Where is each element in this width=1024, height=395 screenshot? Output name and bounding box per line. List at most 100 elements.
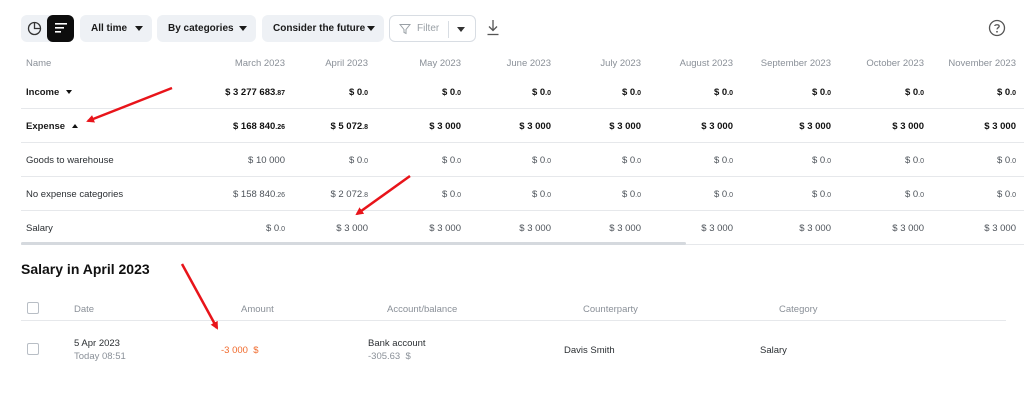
cell-cents: .0 (825, 192, 831, 199)
account-balance: -305.63 $ (368, 351, 411, 362)
detail-title: Salary in April 2023 (21, 261, 150, 277)
cell-cents: .8 (362, 192, 368, 199)
table-cell: $ 0.0 (643, 87, 733, 98)
table-row[interactable]: Salary $ 0.0 $ 3 000 $ 3 000 $ 3 000 $ 3 000 $… (21, 211, 1024, 245)
table-cell: $ 3 000 (278, 223, 368, 234)
help-icon[interactable] (988, 19, 1006, 37)
download-icon[interactable] (486, 19, 502, 37)
row-checkbox[interactable] (27, 343, 39, 355)
table-cell: $ 0.0 (371, 155, 461, 166)
cell-amount: $ 3 277 683 (225, 87, 276, 98)
cell-amount: $ 3 000 (892, 121, 924, 132)
table-cell: $ 3 000 (371, 223, 461, 234)
row-name: Salary (26, 223, 53, 234)
horizontal-scrollbar[interactable] (21, 242, 686, 245)
row-name-label: Income (26, 87, 60, 98)
transactions-header: Date Amount Account/balance Counterparty… (21, 297, 1006, 321)
transaction-row[interactable]: 5 Apr 2023 Today 08:51 -3 000 $ Bank acc… (21, 330, 1006, 370)
cell-amount: $ 0 (904, 87, 919, 98)
group-by-label: By categories (168, 23, 234, 34)
table-cell: $ 10 000 (195, 155, 285, 166)
cell-cents: .0 (918, 90, 924, 97)
toolbar: All time By categories Consider the futu… (21, 15, 1011, 42)
cell-cents: .0 (1010, 158, 1016, 165)
cell-amount: $ 3 000 (429, 223, 461, 234)
table-cell: $ 0.0 (461, 155, 551, 166)
cell-cents: .0 (1010, 90, 1016, 97)
table-cell: $ 0.0 (643, 155, 733, 166)
cell-amount: $ 3 000 (429, 121, 461, 132)
cell-amount: $ 0 (713, 189, 728, 200)
cell-amount: $ 0 (996, 155, 1011, 166)
filter-button[interactable]: Filter (389, 15, 476, 42)
cell-amount: $ 3 000 (336, 223, 368, 234)
cell-cents: .0 (727, 192, 733, 199)
name-column-header: Name (26, 58, 52, 69)
row-name-label: Salary (26, 223, 53, 234)
amount-column-header: Amount (241, 304, 274, 315)
cell-cents: .0 (825, 90, 831, 97)
table-cell: $ 3 000 (551, 223, 641, 234)
table-row[interactable]: No expense categories $ 158 840.26 $ 2 072… (21, 177, 1024, 211)
row-name-label: Expense (26, 121, 66, 132)
row-name: Income (26, 87, 73, 98)
date-column-header: Date (74, 304, 95, 315)
table-cell: $ 0.0 (551, 87, 641, 98)
table-cell: $ 3 000 (643, 223, 733, 234)
expand-icon[interactable] (66, 90, 73, 95)
chevron-down-icon (367, 26, 375, 31)
cell-amount: $ 0 (531, 155, 546, 166)
table-cell: $ 0.0 (741, 189, 831, 200)
cell-cents: .0 (362, 90, 368, 97)
cell-amount: $ 3 000 (799, 121, 831, 132)
cell-amount: $ 0 (713, 87, 728, 98)
collapse-icon[interactable] (72, 124, 79, 129)
period-label: All time (91, 23, 128, 34)
transaction-time: Today 08:51 (74, 351, 126, 362)
table-header: Name March 2023 April 2023 May 2023 June 20… (21, 52, 1024, 75)
month-column-header: August 2023 (679, 58, 733, 69)
select-all-checkbox[interactable] (27, 302, 39, 314)
table-body: Income $ 3 277 683.87 $ 0.0 $ 0.0 $ 0.0 $ 0.0… (21, 75, 1024, 245)
table-row[interactable]: Income $ 3 277 683.87 $ 0.0 $ 0.0 $ 0.0 $ 0.0… (21, 75, 1024, 109)
cell-amount: $ 3 000 (984, 223, 1016, 234)
cell-amount: $ 0 (348, 155, 363, 166)
transaction-amount: -3 000 $ (221, 345, 259, 356)
account-column-header: Account/balance (387, 304, 458, 315)
cell-amount: $ 0 (531, 189, 546, 200)
table-cell: $ 3 000 (741, 121, 831, 132)
account-name: Bank account (368, 338, 426, 349)
table-cell: $ 3 000 (643, 121, 733, 132)
cell-amount: $ 0 (621, 87, 636, 98)
group-by-dropdown[interactable]: By categories (157, 15, 256, 42)
cell-amount: $ 0 (531, 87, 546, 98)
transaction-date: 5 Apr 2023 (74, 338, 120, 349)
cell-cents: .0 (635, 158, 641, 165)
category-column-header: Category (779, 304, 818, 315)
cell-amount: $ 0 (441, 87, 456, 98)
pie-chart-icon[interactable] (25, 19, 44, 38)
row-name-label: Goods to warehouse (26, 155, 114, 166)
cell-amount: $ 0 (811, 189, 826, 200)
list-icon[interactable] (47, 15, 74, 42)
table-cell: $ 0.0 (834, 87, 924, 98)
table-cell: $ 0.0 (741, 87, 831, 98)
period-dropdown[interactable]: All time (80, 15, 152, 42)
cell-cents: .0 (635, 192, 641, 199)
view-toggle (21, 15, 74, 42)
table-cell: $ 3 000 (834, 121, 924, 132)
chevron-down-icon[interactable] (457, 27, 465, 32)
future-dropdown[interactable]: Consider the future (262, 15, 384, 42)
table-cell: $ 158 840.26 (195, 189, 285, 200)
table-cell: $ 168 840.26 (195, 121, 285, 132)
row-name: Goods to warehouse (26, 155, 114, 166)
cell-amount: $ 158 840 (233, 189, 276, 200)
chevron-down-icon (135, 26, 143, 31)
cell-cents: .0 (727, 90, 733, 97)
table-cell: $ 3 000 (551, 121, 641, 132)
filter-divider (448, 21, 449, 38)
table-cell: $ 0.0 (461, 189, 551, 200)
table-row[interactable]: Goods to warehouse $ 10 000 $ 0.0 $ 0.0 $ 0.… (21, 143, 1024, 177)
table-row[interactable]: Expense $ 168 840.26 $ 5 072.8 $ 3 000 $ 3 0… (21, 109, 1024, 143)
cell-amount: $ 3 000 (799, 223, 831, 234)
